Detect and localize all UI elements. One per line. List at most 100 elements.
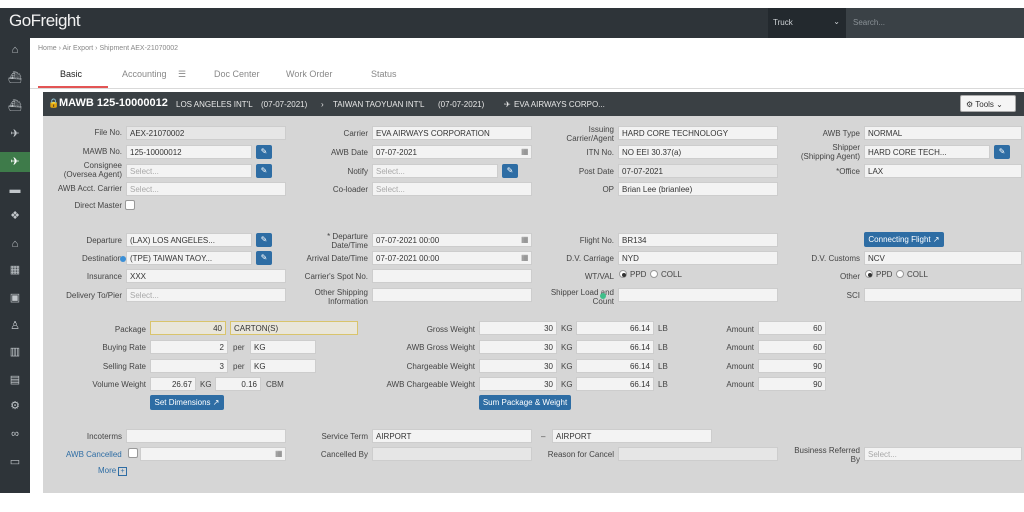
awb-cancelled-date-field[interactable]	[140, 447, 286, 461]
mawb-field[interactable]: 125-10000012	[126, 145, 252, 159]
sci-field[interactable]	[864, 288, 1022, 302]
service-term-to-select[interactable]: AIRPORT	[552, 429, 712, 443]
tab-work-order[interactable]: Work Order	[286, 64, 332, 89]
op-select[interactable]: Brian Lee (brianlee)	[618, 182, 778, 196]
calendar-icon[interactable]: ▦	[521, 235, 529, 244]
ship-icon[interactable]: ⛴	[0, 68, 30, 88]
service-term-from-select[interactable]: AIRPORT	[372, 429, 532, 443]
buying-unit-select[interactable]: KG	[250, 340, 316, 354]
gross-weight-kg-field[interactable]: 30	[479, 321, 557, 335]
package-count-field[interactable]: 40	[150, 321, 226, 335]
delivery-pier-select[interactable]: Select...	[126, 288, 286, 302]
reason-cancel-select[interactable]	[618, 447, 778, 461]
departure-datetime-field[interactable]: 07-07-2021 00:00	[372, 233, 532, 247]
departure-select[interactable]: (LAX) LOS ANGELES...	[126, 233, 252, 247]
buying-rate-field[interactable]: 2	[150, 340, 228, 354]
connecting-flight-button[interactable]: Connecting Flight ↗	[864, 232, 944, 247]
awb-acct-carrier-select[interactable]: Select...	[126, 182, 286, 196]
warehouse-icon[interactable]: ⌂	[0, 234, 30, 254]
volume-weight-kg-field[interactable]: 26.67	[150, 377, 196, 391]
carrier-spot-field[interactable]	[372, 269, 532, 283]
other-ppd-radio[interactable]	[865, 270, 873, 278]
awb-date-field[interactable]: 07-07-2021	[372, 145, 532, 159]
awb-gross-kg-field[interactable]: 30	[479, 340, 557, 354]
awb-type-select[interactable]: NORMAL	[864, 126, 1022, 140]
selling-unit-select[interactable]: KG	[250, 359, 316, 373]
amount-field[interactable]: 60	[758, 340, 826, 354]
shipper-select[interactable]: HARD CORE TECH...	[864, 145, 990, 159]
search-input[interactable]: Search...	[846, 8, 1024, 38]
briefcase-icon[interactable]: ▣	[0, 288, 30, 308]
edit-icon[interactable]: ✎	[256, 145, 272, 159]
other-shipping-field[interactable]	[372, 288, 532, 302]
edit-icon[interactable]: ✎	[256, 251, 272, 265]
more-link[interactable]: More +	[98, 466, 127, 476]
dv-carriage-field[interactable]: NYD	[618, 251, 778, 265]
filter-icon[interactable]: ☰	[178, 64, 186, 89]
calendar-icon[interactable]: ▦	[275, 449, 283, 458]
user-icon[interactable]: ♙	[0, 316, 30, 336]
plane-in-icon[interactable]: ✈	[0, 152, 30, 172]
chargeable-lb-field[interactable]: 66.14	[576, 359, 654, 373]
awb-chargeable-lb-field[interactable]: 66.14	[576, 377, 654, 391]
awb-cancelled-label[interactable]: AWB Cancelled	[66, 450, 122, 459]
consignee-select[interactable]: Select...	[126, 164, 252, 178]
tab-doc-center[interactable]: Doc Center	[214, 64, 260, 89]
amount-field[interactable]: 90	[758, 359, 826, 373]
boxes-icon[interactable]: ❖	[0, 206, 30, 226]
package-unit-select[interactable]: CARTON(S)	[230, 321, 358, 335]
wt-val-coll-radio[interactable]	[650, 270, 658, 278]
direct-master-checkbox[interactable]	[125, 200, 135, 210]
notify-select[interactable]: Select...	[372, 164, 498, 178]
mode-select[interactable]: Truck ⌄	[768, 8, 846, 38]
amount-field[interactable]: 90	[758, 377, 826, 391]
edit-icon[interactable]: ✎	[256, 233, 272, 247]
cancelled-by-field[interactable]	[372, 447, 532, 461]
flight-no-field[interactable]: BR134	[618, 233, 778, 247]
truck-icon[interactable]: ▬	[0, 180, 30, 200]
awb-gross-lb-field[interactable]: 66.14	[576, 340, 654, 354]
archive-icon[interactable]: ▭	[0, 452, 30, 472]
chart-icon[interactable]: ▥	[0, 342, 30, 362]
edit-icon[interactable]: ✎	[502, 164, 518, 178]
gear-icon[interactable]: ⚙	[0, 396, 30, 416]
set-dimensions-button[interactable]: Set Dimensions ↗	[150, 395, 224, 410]
coloader-select[interactable]: Select...	[372, 182, 532, 196]
selling-rate-field[interactable]: 3	[150, 359, 228, 373]
business-referred-select[interactable]: Select...	[864, 447, 1022, 461]
gross-weight-lb-field[interactable]: 66.14	[576, 321, 654, 335]
post-date-field[interactable]: 07-07-2021	[618, 164, 778, 178]
tools-button[interactable]: ⚙ Tools ⌄	[960, 95, 1016, 112]
dv-customs-field[interactable]: NCV	[864, 251, 1022, 265]
edit-icon[interactable]: ✎	[256, 164, 272, 178]
wt-val-ppd-radio[interactable]	[619, 270, 627, 278]
chargeable-kg-field[interactable]: 30	[479, 359, 557, 373]
sum-package-weight-button[interactable]: Sum Package & Weight	[479, 395, 571, 410]
office-select[interactable]: LAX	[864, 164, 1022, 178]
carrier-select[interactable]: EVA AIRWAYS CORPORATION	[372, 126, 532, 140]
calendar-icon[interactable]: ▦	[521, 147, 529, 156]
amount-field[interactable]: 60	[758, 321, 826, 335]
arrival-datetime-field[interactable]: 07-07-2021 00:00	[372, 251, 532, 265]
home-icon[interactable]: ⌂	[0, 40, 30, 60]
calculator-icon[interactable]: ▦	[0, 260, 30, 280]
ship-in-icon[interactable]: ⛴	[0, 96, 30, 116]
plane-out-icon[interactable]: ✈	[0, 124, 30, 144]
insurance-field[interactable]: XXX	[126, 269, 286, 283]
link-icon[interactable]: ∞	[0, 424, 30, 444]
volume-cbm-field[interactable]: 0.16	[215, 377, 261, 391]
edit-icon[interactable]: ✎	[994, 145, 1010, 159]
file-no-field[interactable]: AEX-21070002	[126, 126, 286, 140]
awb-chargeable-kg-field[interactable]: 30	[479, 377, 557, 391]
shipper-load-field[interactable]	[618, 288, 778, 302]
document-icon[interactable]: ▤	[0, 370, 30, 390]
tab-status[interactable]: Status	[371, 64, 397, 89]
tab-accounting[interactable]: Accounting	[122, 64, 167, 89]
awb-cancelled-checkbox[interactable]	[128, 448, 138, 458]
issuing-carrier-select[interactable]: HARD CORE TECHNOLOGY	[618, 126, 778, 140]
calendar-icon[interactable]: ▦	[521, 253, 529, 262]
itn-field[interactable]: NO EEI 30.37(a)	[618, 145, 778, 159]
other-coll-radio[interactable]	[896, 270, 904, 278]
destination-select[interactable]: (TPE) TAIWAN TAOY...	[126, 251, 252, 265]
incoterms-select[interactable]	[126, 429, 286, 443]
